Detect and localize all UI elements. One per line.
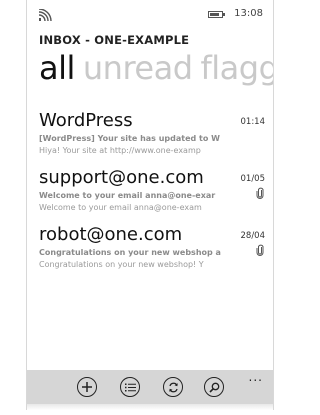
tab-unread[interactable]: unread bbox=[83, 49, 193, 87]
page-title: INBOX - ONE-EXAMPLE bbox=[39, 33, 190, 47]
pivot-tabs: all unread flagg bbox=[39, 48, 273, 88]
message-sender: support@one.com bbox=[39, 167, 204, 188]
message-date: 01/05 bbox=[240, 174, 266, 184]
status-bar: 13:08 bbox=[27, 0, 273, 26]
search-button[interactable] bbox=[204, 377, 224, 397]
message-sender: WordPress bbox=[39, 110, 133, 131]
list-item[interactable]: support@one.com Welcome to your email an… bbox=[39, 167, 273, 215]
new-button[interactable] bbox=[77, 377, 97, 397]
search-icon bbox=[208, 382, 219, 393]
app-bar: ... bbox=[27, 370, 273, 406]
select-icon bbox=[124, 383, 136, 391]
message-date: 01:14 bbox=[240, 117, 266, 127]
list-item[interactable]: robot@one.com Congratulations on your ne… bbox=[39, 224, 273, 272]
phone-screen: 13:08 INBOX - ONE-EXAMPLE all unread flagg… bbox=[26, 0, 274, 410]
message-date: 28/04 bbox=[240, 231, 266, 241]
more-menu-button[interactable]: ... bbox=[249, 371, 263, 383]
tab-flagged[interactable]: flagg bbox=[201, 49, 273, 87]
list-item[interactable]: WordPress [WordPress] Your site has upda… bbox=[39, 110, 273, 158]
attachment-icon bbox=[256, 187, 264, 199]
message-preview: Welcome to your email anna@one-exam bbox=[39, 203, 202, 212]
sync-icon bbox=[168, 382, 178, 392]
tab-all[interactable]: all bbox=[39, 49, 75, 87]
message-sender: robot@one.com bbox=[39, 224, 183, 245]
status-clock: 13:08 bbox=[234, 8, 263, 19]
message-subject: Congratulations on your new webshop a bbox=[39, 248, 221, 257]
new-icon bbox=[82, 382, 92, 392]
message-subject: Welcome to your email anna@one-exar bbox=[39, 191, 216, 200]
signal-icon bbox=[39, 9, 52, 21]
battery-icon bbox=[208, 11, 225, 18]
message-preview: Congratulations on your new webshop! Y bbox=[39, 260, 204, 269]
attachment-icon bbox=[256, 244, 264, 256]
select-button[interactable] bbox=[120, 377, 140, 397]
message-subject: [WordPress] Your site has updated to W bbox=[39, 134, 220, 143]
message-preview: Hiya! Your site at http://www.one-examp bbox=[39, 146, 201, 155]
sync-button[interactable] bbox=[163, 377, 183, 397]
